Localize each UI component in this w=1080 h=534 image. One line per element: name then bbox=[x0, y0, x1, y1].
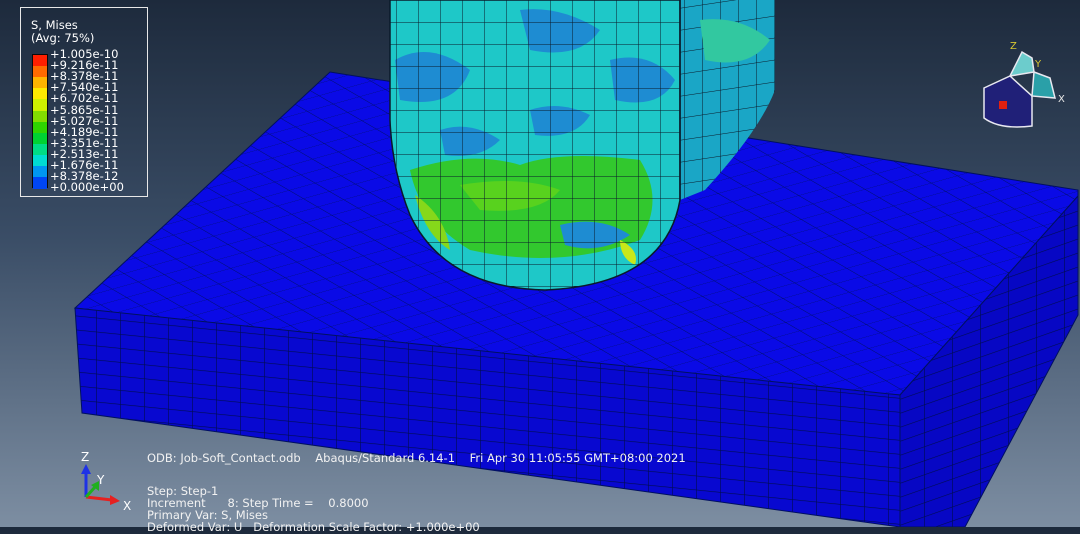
legend-swatch bbox=[33, 177, 47, 189]
coordinate-triad: Z Y X bbox=[81, 450, 131, 513]
triad-x-label: X bbox=[123, 499, 131, 513]
triad-y-label: Y bbox=[96, 473, 105, 487]
view-triad-z: Z bbox=[1010, 41, 1017, 52]
triad-x-axis bbox=[85, 495, 113, 502]
legend-swatch bbox=[33, 66, 47, 78]
legend-swatch bbox=[33, 143, 47, 156]
legend-swatch bbox=[33, 121, 47, 134]
view-triad[interactable]: Z Y X bbox=[983, 41, 1065, 128]
legend-swatch bbox=[33, 166, 47, 178]
view-triad-face-front bbox=[983, 75, 1033, 128]
deformed-var-label: Deformed Var: U Deformation Scale Factor… bbox=[147, 520, 480, 534]
legend-color-bar bbox=[32, 54, 48, 189]
view-triad-origin bbox=[999, 101, 1007, 109]
triad-x-arrow bbox=[110, 495, 120, 505]
view-triad-x: X bbox=[1058, 94, 1065, 105]
legend-swatch bbox=[33, 154, 47, 167]
legend-swatch bbox=[33, 110, 47, 123]
legend-swatch bbox=[33, 88, 47, 100]
legend-swatch bbox=[33, 55, 47, 67]
legend-value: +0.000e+00 bbox=[50, 180, 124, 195]
legend-swatch bbox=[33, 99, 47, 111]
triad-z-label: Z bbox=[81, 450, 89, 464]
legend-swatch bbox=[33, 77, 47, 89]
view-triad-face-side bbox=[1031, 70, 1056, 99]
model-viewport[interactable]: Z Y X Z Y X bbox=[0, 0, 1080, 527]
contour-legend[interactable]: S, Mises (Avg: 75%) +1.005e-10 +9.216e-11… bbox=[20, 7, 148, 197]
view-triad-face-top bbox=[1008, 50, 1035, 77]
triad-z-arrow bbox=[81, 464, 91, 474]
odb-info-line: ODB: Job-Soft_Contact.odb Abaqus/Standar… bbox=[147, 451, 686, 465]
legend-swatch bbox=[33, 132, 47, 145]
view-triad-y: Y bbox=[1034, 59, 1042, 70]
legend-averaging: (Avg: 75%) bbox=[31, 31, 95, 45]
